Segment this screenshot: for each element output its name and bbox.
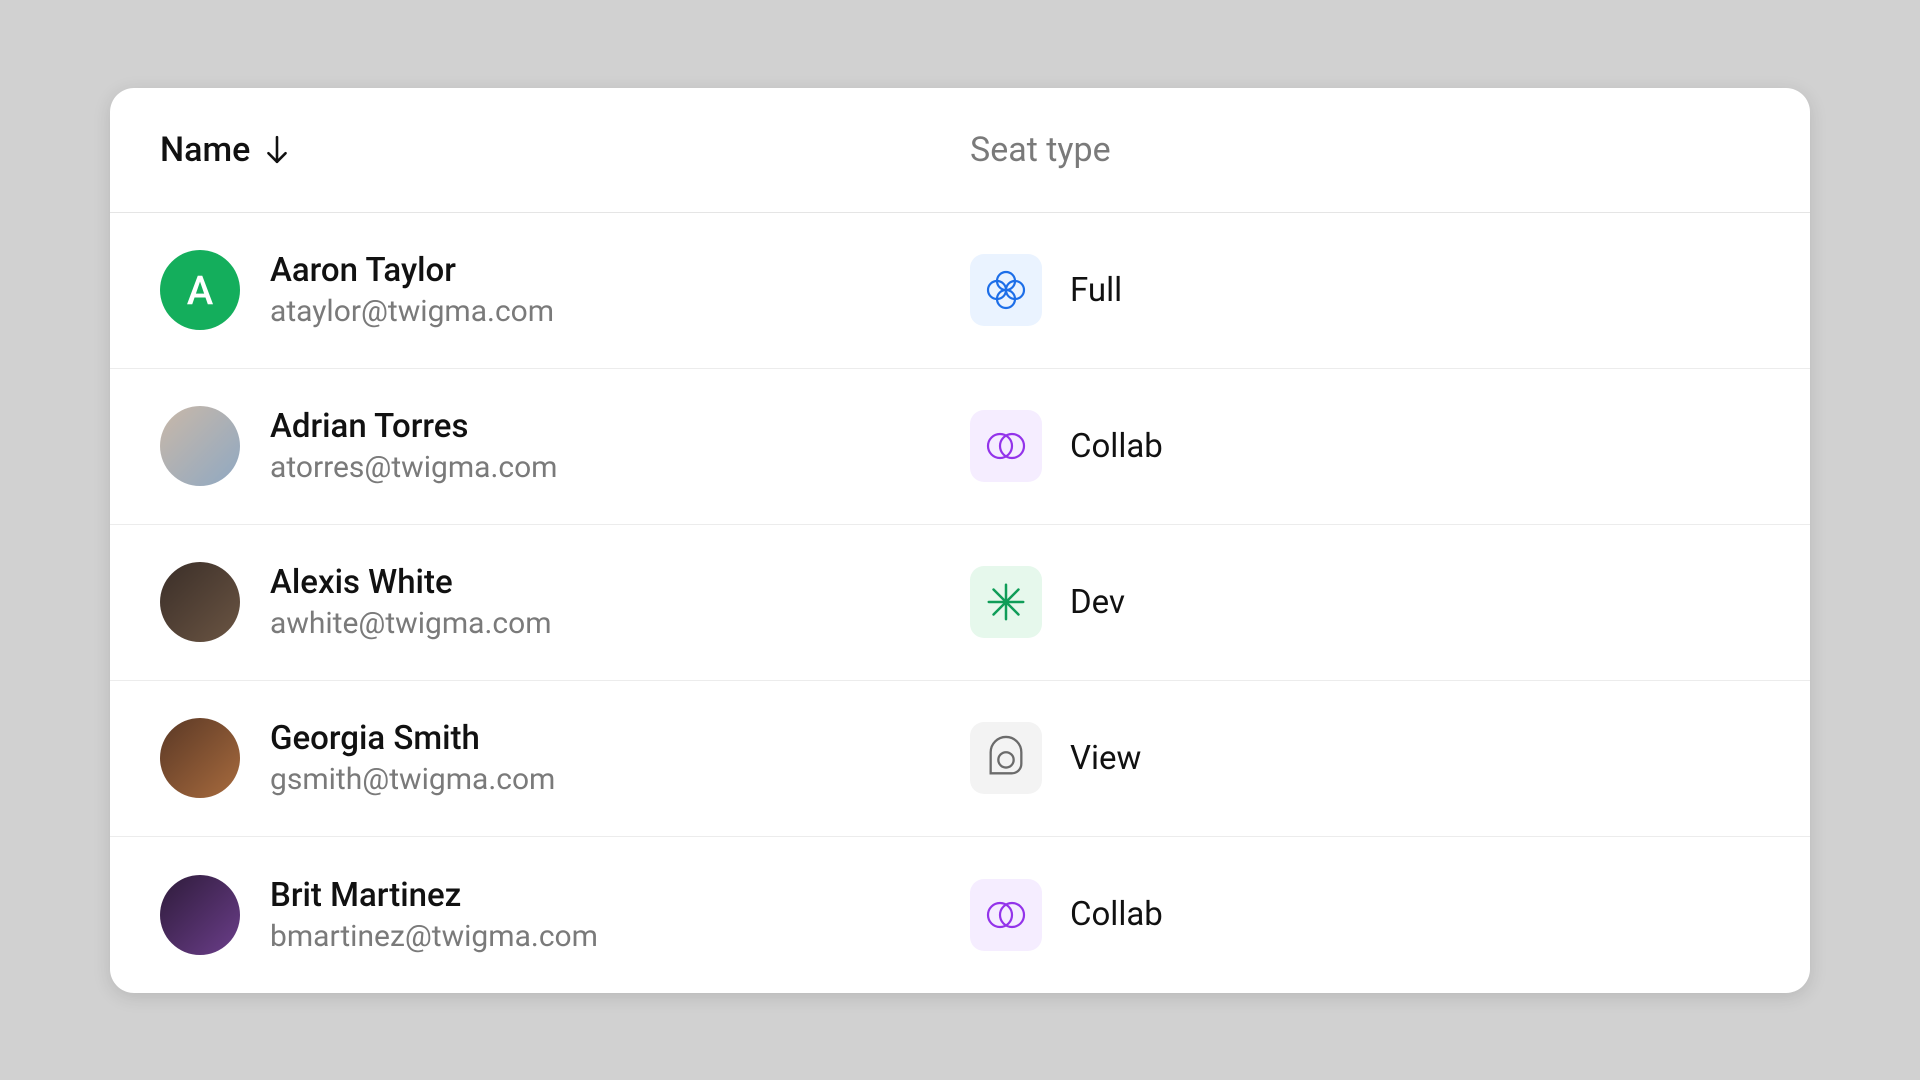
seat-label: Collab	[1070, 427, 1163, 466]
table-row[interactable]: A Aaron Taylor ataylor@twigma.com Full	[110, 213, 1810, 369]
column-header-seat-label: Seat type	[970, 130, 1111, 170]
user-name: Brit Martinez	[270, 876, 598, 915]
user-name: Adrian Torres	[270, 407, 558, 446]
user-name-block: Aaron Taylor ataylor@twigma.com	[270, 251, 554, 329]
avatar: A	[160, 250, 240, 330]
table-row[interactable]: Brit Martinez bmartinez@twigma.com Colla…	[110, 837, 1810, 993]
user-name-block: Alexis White awhite@twigma.com	[270, 563, 552, 641]
table-header-row: Name Seat type	[110, 88, 1810, 213]
avatar	[160, 875, 240, 955]
user-email: gsmith@twigma.com	[270, 762, 555, 797]
seat-label: View	[1070, 739, 1141, 778]
user-name-block: Georgia Smith gsmith@twigma.com	[270, 719, 555, 797]
seat-label: Dev	[1070, 583, 1125, 622]
seat-cell[interactable]: Collab	[970, 879, 1163, 951]
user-name-block: Adrian Torres atorres@twigma.com	[270, 407, 558, 485]
seat-dev-icon	[970, 566, 1042, 638]
seat-view-icon	[970, 722, 1042, 794]
user-cell: Alexis White awhite@twigma.com	[160, 562, 970, 642]
seat-label: Collab	[1070, 895, 1163, 934]
avatar	[160, 562, 240, 642]
seat-label: Full	[1070, 271, 1122, 310]
users-table: Name Seat type A Aaron Taylor ataylor@tw…	[110, 88, 1810, 993]
table-row[interactable]: Alexis White awhite@twigma.com Dev	[110, 525, 1810, 681]
column-header-name[interactable]: Name	[160, 130, 970, 170]
avatar	[160, 406, 240, 486]
user-email: atorres@twigma.com	[270, 450, 558, 485]
avatar-initial: A	[187, 267, 214, 314]
avatar	[160, 718, 240, 798]
column-header-seat[interactable]: Seat type	[970, 130, 1111, 170]
user-name: Georgia Smith	[270, 719, 555, 758]
user-email: awhite@twigma.com	[270, 606, 552, 641]
user-cell: Brit Martinez bmartinez@twigma.com	[160, 875, 970, 955]
user-email: ataylor@twigma.com	[270, 294, 554, 329]
table-row[interactable]: Georgia Smith gsmith@twigma.com View	[110, 681, 1810, 837]
seat-cell[interactable]: Full	[970, 254, 1122, 326]
seat-cell[interactable]: View	[970, 722, 1141, 794]
seat-full-icon	[970, 254, 1042, 326]
column-header-name-label: Name	[160, 130, 250, 170]
user-cell: A Aaron Taylor ataylor@twigma.com	[160, 250, 970, 330]
user-cell: Georgia Smith gsmith@twigma.com	[160, 718, 970, 798]
seat-collab-icon	[970, 410, 1042, 482]
user-cell: Adrian Torres atorres@twigma.com	[160, 406, 970, 486]
seat-collab-icon	[970, 879, 1042, 951]
user-name-block: Brit Martinez bmartinez@twigma.com	[270, 876, 598, 954]
sort-arrow-down-icon	[264, 135, 290, 165]
seat-cell[interactable]: Dev	[970, 566, 1125, 638]
user-name: Aaron Taylor	[270, 251, 554, 290]
user-email: bmartinez@twigma.com	[270, 919, 598, 954]
seat-cell[interactable]: Collab	[970, 410, 1163, 482]
user-name: Alexis White	[270, 563, 552, 602]
table-row[interactable]: Adrian Torres atorres@twigma.com Collab	[110, 369, 1810, 525]
